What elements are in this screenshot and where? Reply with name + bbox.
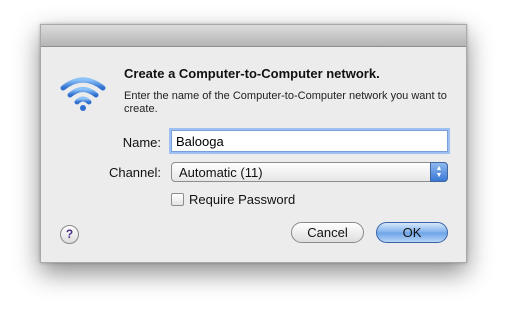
name-label: Name:	[122, 135, 161, 150]
channel-select[interactable]: Automatic (11) ▲ ▼	[171, 162, 448, 182]
help-button[interactable]: ?	[60, 225, 79, 244]
require-password-checkbox[interactable]	[171, 193, 184, 206]
ok-button[interactable]: OK	[376, 222, 448, 243]
dialog-heading: Create a Computer-to-Computer network.	[124, 66, 380, 81]
screen: Create a Computer-to-Computer network. E…	[0, 0, 507, 318]
cancel-button[interactable]: Cancel	[291, 222, 364, 243]
dialog-description: Enter the name of the Computer-to-Comput…	[124, 90, 447, 115]
dialog-titlebar	[41, 25, 466, 47]
network-name-input[interactable]	[171, 130, 448, 152]
channel-label: Channel:	[108, 165, 161, 180]
create-network-dialog: Create a Computer-to-Computer network. E…	[40, 24, 467, 263]
updown-arrows-icon: ▲ ▼	[430, 162, 448, 182]
channel-select-value: Automatic (11)	[179, 165, 263, 180]
wifi-icon	[60, 77, 106, 111]
require-password-label[interactable]: Require Password	[189, 192, 295, 207]
